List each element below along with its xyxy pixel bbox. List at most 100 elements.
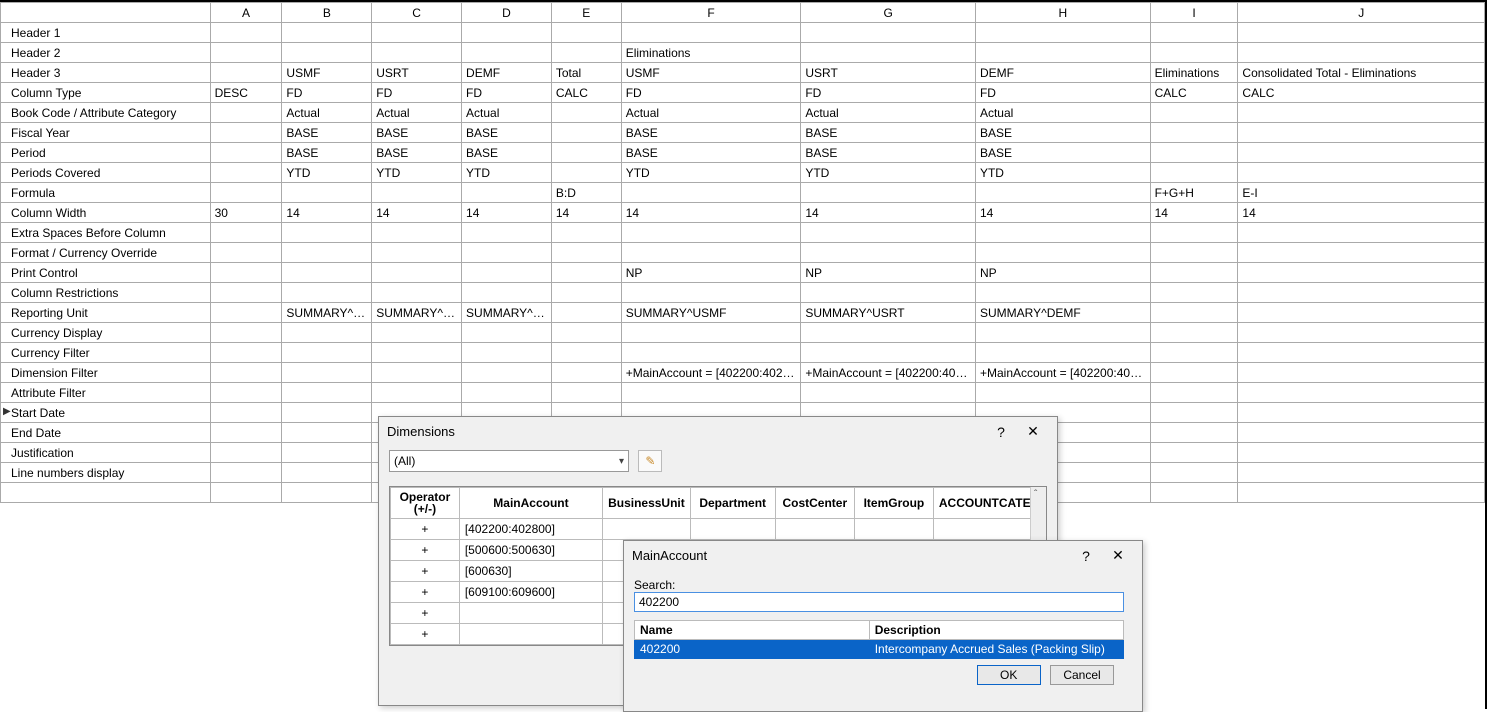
grid-cell[interactable] xyxy=(372,243,462,263)
grid-cell[interactable] xyxy=(210,283,282,303)
grid-cell[interactable]: +MainAccount = [402200:4028... xyxy=(975,363,1150,383)
grid-cell[interactable]: Consolidated Total - Eliminations xyxy=(1238,63,1485,83)
grid-cell[interactable]: 30 xyxy=(210,203,282,223)
grid-cell[interactable] xyxy=(975,223,1150,243)
grid-cell[interactable] xyxy=(462,383,552,403)
grid-cell[interactable] xyxy=(621,323,801,343)
grid-cell[interactable] xyxy=(1150,403,1238,423)
grid-cell[interactable]: 14 xyxy=(462,203,552,223)
grid-cell[interactable] xyxy=(975,283,1150,303)
grid-cell[interactable] xyxy=(372,183,462,203)
grid-cell[interactable] xyxy=(1238,23,1485,43)
grid-cell[interactable] xyxy=(1150,123,1238,143)
mainaccount-cell[interactable] xyxy=(459,603,602,624)
grid-cell[interactable] xyxy=(801,43,976,63)
grid-cell[interactable] xyxy=(551,283,621,303)
grid-cell[interactable] xyxy=(1150,223,1238,243)
grid-cell[interactable]: DEMF xyxy=(462,63,552,83)
grid-cell[interactable] xyxy=(1150,163,1238,183)
grid-cell[interactable]: 14 xyxy=(975,203,1150,223)
grid-cell[interactable] xyxy=(210,363,282,383)
grid-cell[interactable]: Actual xyxy=(801,103,976,123)
close-button[interactable]: ✕ xyxy=(1102,547,1134,564)
grid-cell[interactable] xyxy=(372,343,462,363)
grid-cell[interactable]: USMF xyxy=(282,63,372,83)
grid-cell[interactable]: 14 xyxy=(551,203,621,223)
grid-cell[interactable] xyxy=(1238,123,1485,143)
grid-cell[interactable] xyxy=(801,243,976,263)
grid-cell[interactable]: FD xyxy=(372,83,462,103)
grid-cell[interactable]: SUMMARY^USMF xyxy=(621,303,801,323)
grid-cell[interactable] xyxy=(282,323,372,343)
grid-cell[interactable] xyxy=(801,183,976,203)
grid-cell[interactable] xyxy=(1238,263,1485,283)
grid-cell[interactable] xyxy=(551,223,621,243)
column-letter-header[interactable]: H xyxy=(975,3,1150,23)
grid-cell[interactable] xyxy=(282,243,372,263)
grid-cell[interactable]: Actual xyxy=(975,103,1150,123)
grid-cell[interactable] xyxy=(1150,483,1238,503)
column-letter-header[interactable]: I xyxy=(1150,3,1238,23)
grid-cell[interactable] xyxy=(551,163,621,183)
grid-cell[interactable] xyxy=(210,383,282,403)
grid-cell[interactable] xyxy=(801,23,976,43)
grid-cell[interactable] xyxy=(1238,43,1485,63)
grid-cell[interactable] xyxy=(210,183,282,203)
grid-cell[interactable] xyxy=(462,323,552,343)
results-table[interactable]: Name Description 402200 Intercompany Acc… xyxy=(634,620,1124,659)
grid-cell[interactable] xyxy=(801,383,976,403)
row-label[interactable]: Period xyxy=(1,143,211,163)
grid-cell[interactable] xyxy=(282,343,372,363)
grid-cell[interactable] xyxy=(462,223,552,243)
grid-cell[interactable] xyxy=(372,363,462,383)
grid-cell[interactable] xyxy=(551,43,621,63)
grid-cell[interactable] xyxy=(210,423,282,443)
grid-cell[interactable] xyxy=(462,23,552,43)
column-letter-header[interactable]: C xyxy=(372,3,462,23)
grid-cell[interactable] xyxy=(975,183,1150,203)
dimension-scope-dropdown[interactable]: (All) ▾ xyxy=(389,450,629,472)
grid-cell[interactable] xyxy=(1238,483,1485,503)
grid-cell[interactable] xyxy=(621,343,801,363)
grid-cell[interactable]: DEMF xyxy=(975,63,1150,83)
grid-cell[interactable] xyxy=(1238,103,1485,123)
grid-cell[interactable] xyxy=(372,43,462,63)
grid-cell[interactable]: 14 xyxy=(621,203,801,223)
grid-cell[interactable] xyxy=(1150,463,1238,483)
grid-cell[interactable] xyxy=(551,263,621,283)
operator-cell[interactable]: + xyxy=(391,561,460,582)
grid-cell[interactable] xyxy=(282,283,372,303)
grid-cell[interactable] xyxy=(551,383,621,403)
grid-cell[interactable] xyxy=(462,43,552,63)
grid-cell[interactable]: CALC xyxy=(1238,83,1485,103)
grid-cell[interactable] xyxy=(462,263,552,283)
grid-cell[interactable] xyxy=(282,423,372,443)
dim-cell[interactable] xyxy=(690,519,775,540)
row-label[interactable]: Justification xyxy=(1,443,211,463)
row-label[interactable]: Fiscal Year xyxy=(1,123,211,143)
grid-cell[interactable] xyxy=(210,103,282,123)
grid-cell[interactable]: 14 xyxy=(372,203,462,223)
grid-cell[interactable] xyxy=(210,323,282,343)
grid-cell[interactable] xyxy=(975,323,1150,343)
grid-cell[interactable] xyxy=(1150,103,1238,123)
grid-cell[interactable] xyxy=(1,483,211,503)
grid-cell[interactable]: BASE xyxy=(975,123,1150,143)
grid-cell[interactable] xyxy=(551,103,621,123)
grid-cell[interactable] xyxy=(551,303,621,323)
grid-cell[interactable]: DESC xyxy=(210,83,282,103)
grid-cell[interactable]: USRT xyxy=(372,63,462,83)
grid-cell[interactable] xyxy=(282,43,372,63)
grid-cell[interactable] xyxy=(551,143,621,163)
grid-cell[interactable] xyxy=(210,463,282,483)
mainaccount-cell[interactable]: [600630] xyxy=(459,561,602,582)
grid-cell[interactable] xyxy=(372,23,462,43)
grid-cell[interactable] xyxy=(1150,383,1238,403)
grid-cell[interactable]: YTD xyxy=(621,163,801,183)
grid-cell[interactable] xyxy=(210,63,282,83)
operator-cell[interactable]: + xyxy=(391,603,460,624)
grid-cell[interactable] xyxy=(1150,303,1238,323)
grid-cell[interactable] xyxy=(551,363,621,383)
grid-cell[interactable]: BASE xyxy=(801,123,976,143)
grid-cell[interactable]: 14 xyxy=(1238,203,1485,223)
